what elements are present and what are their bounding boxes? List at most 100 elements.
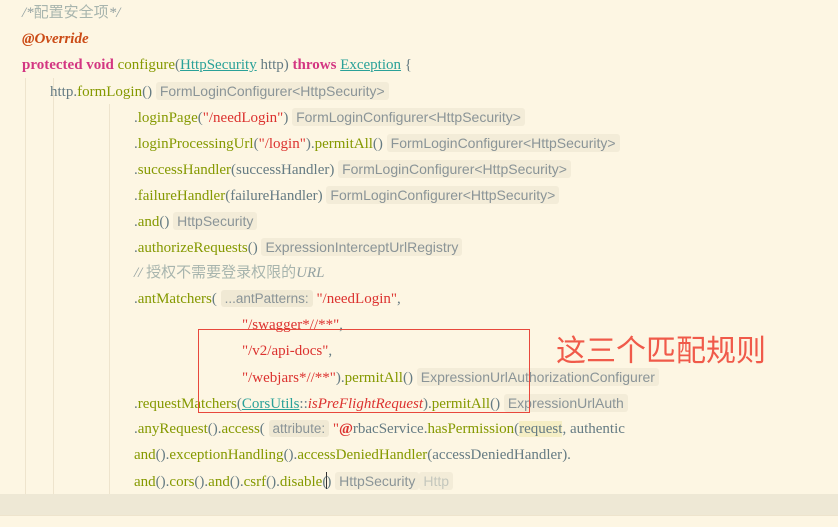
code-token: loginProcessingUrl (137, 136, 254, 152)
annotation-note-text: 这三个匹配规则 (556, 335, 766, 368)
code-token: permitAll (314, 136, 373, 152)
code-token: throws (292, 57, 341, 73)
code-token: "/needLogin" (316, 291, 397, 307)
code-editor-canvas[interactable]: /*配置安全项*/ @Override protected void confi… (0, 0, 838, 527)
code-token: ). (423, 396, 432, 412)
code-token: (). (155, 474, 170, 490)
code-line-failurehandler[interactable]: .failureHandler(failureHandler) FormLogi… (0, 182, 838, 208)
code-token: accessDeniedHandler (297, 447, 428, 463)
code-line-cors-csrf[interactable]: and().cors().and().csrf().disable() Http… (0, 468, 838, 494)
code-line-override[interactable]: @Override (0, 26, 838, 52)
code-token: accessDeniedHandler (432, 447, 563, 463)
code-token: access (221, 421, 260, 437)
code-token: rbacService. (352, 421, 428, 437)
code-token: cors (169, 474, 195, 490)
code-line-exceptionhandling[interactable]: and().exceptionHandling().accessDeniedHa… (0, 442, 838, 468)
code-token: ). (562, 447, 571, 463)
code-token: () (142, 84, 156, 100)
code-token: failureHandler (230, 188, 318, 204)
code-token: , authentic (562, 421, 625, 437)
inlay-type-hint: ExpressionUrlAuthorizationConfigurer (416, 368, 659, 386)
code-token: and (208, 474, 230, 490)
code-token: URL (296, 265, 325, 281)
code-line-requestmatchers[interactable]: .requestMatchers(CorsUtils::isPreFlightR… (0, 390, 838, 416)
code-token: CorsUtils (241, 396, 300, 412)
code-token: (). (207, 421, 222, 437)
inlay-type-hint: attribute: (268, 420, 330, 437)
code-token: ( (259, 421, 269, 437)
code-token: @Override (22, 31, 89, 47)
code-line-and[interactable]: .and() HttpSecurity (0, 208, 838, 234)
code-token: { (401, 57, 412, 73)
code-token: 配置安全项 (33, 5, 109, 21)
code-token: @ (338, 421, 353, 437)
code-token: antMatchers (137, 291, 212, 307)
code-line-loginpage[interactable]: .loginPage("/needLogin") FormLoginConfig… (0, 104, 838, 130)
code-token: failureHandler (137, 188, 226, 204)
code-line-formlogin[interactable]: http.formLogin() FormLoginConfigurer<Htt… (0, 78, 838, 104)
code-line-anyrequest[interactable]: .anyRequest().access( attribute: "@rbacS… (0, 416, 838, 442)
code-token: */ (108, 5, 121, 21)
code-token: requestMatchers (137, 396, 237, 412)
code-token: () (372, 136, 387, 152)
code-token: and (134, 447, 156, 463)
code-line-comment-url[interactable]: // 授权不需要登录权限的URL (0, 260, 838, 286)
code-token: Exception (340, 57, 402, 73)
code-line-comment-config[interactable]: /*配置安全项*/ (0, 0, 838, 26)
inlay-type-hint: FormLoginConfigurer<HttpSecurity> (155, 82, 389, 100)
code-token: csrf (243, 474, 267, 490)
code-line-method-signature[interactable]: protected void configure(HttpSecurity ht… (0, 52, 838, 78)
code-token: http. (50, 84, 78, 100)
code-token: HttpSecurity (180, 57, 257, 73)
code-token: ). (335, 370, 345, 386)
inlay-type-hint: FormLoginConfigurer<HttpSecurity> (338, 160, 571, 178)
code-token: () (159, 214, 174, 230)
code-token: "/swagger*//**" (242, 317, 340, 333)
code-token: formLogin (77, 84, 143, 100)
code-token: successHandler (236, 162, 330, 178)
code-token: 授权不需要登录权限的 (146, 265, 297, 281)
code-token: "/v2/api-docs" (242, 343, 329, 359)
code-token: permitAll (344, 370, 403, 386)
inlay-type-hint: ExpressionUrlAuth (503, 394, 628, 412)
code-token: /* (22, 5, 34, 21)
code-token: , (397, 291, 401, 307)
code-token: (). (283, 447, 298, 463)
code-token: "/needLogin" (202, 110, 284, 126)
editor-bottom-edge (0, 515, 838, 527)
code-line-loginprocessingurl[interactable]: .loginProcessingUrl("/login").permitAll(… (0, 130, 838, 156)
code-line-antmatchers[interactable]: .antMatchers( ...antPatterns: "/needLogi… (0, 286, 838, 312)
code-token: and (134, 474, 156, 490)
code-token: ( (211, 291, 221, 307)
inlay-type-hint: ExpressionInterceptUrlRegistry (261, 238, 463, 256)
code-token: void (86, 57, 118, 73)
code-token: permitAll (431, 396, 491, 412)
code-token: () (402, 370, 417, 386)
inlay-type-hint: HttpSecurity (173, 212, 258, 230)
code-token: () (247, 240, 262, 256)
code-token: and (137, 214, 160, 230)
code-token: (). (194, 474, 209, 490)
code-token: "/login" (258, 136, 306, 152)
code-token: ) (283, 110, 293, 126)
code-token: (). (229, 474, 244, 490)
code-token: ). (305, 136, 315, 152)
code-token: configure (117, 57, 176, 73)
code-token: , (339, 317, 343, 333)
code-token: exceptionHandling (169, 447, 284, 463)
inlay-type-hint: HttpSecurity (335, 472, 420, 490)
code-token: , (328, 343, 333, 359)
inlay-type-hint: FormLoginConfigurer<HttpSecurity> (292, 108, 525, 126)
inlay-type-hint: FormLoginConfigurer<HttpSecurity> (386, 134, 620, 152)
code-token: isPreFlightRequest (307, 396, 424, 412)
code-token: hasPermission (427, 421, 515, 437)
code-token: successHandler (137, 162, 232, 178)
code-token: http (256, 57, 284, 73)
code-token: // (134, 265, 147, 281)
code-line-authorizerequests[interactable]: .authorizeRequests() ExpressionIntercept… (0, 234, 838, 260)
inlay-type-hint: ...antPatterns: (220, 290, 313, 307)
code-token: ) (329, 162, 339, 178)
code-token: "/webjars*//**" (242, 370, 336, 386)
code-line-successhandler[interactable]: .successHandler(successHandler) FormLogi… (0, 156, 838, 182)
inlay-type-hint: Http (419, 472, 454, 490)
